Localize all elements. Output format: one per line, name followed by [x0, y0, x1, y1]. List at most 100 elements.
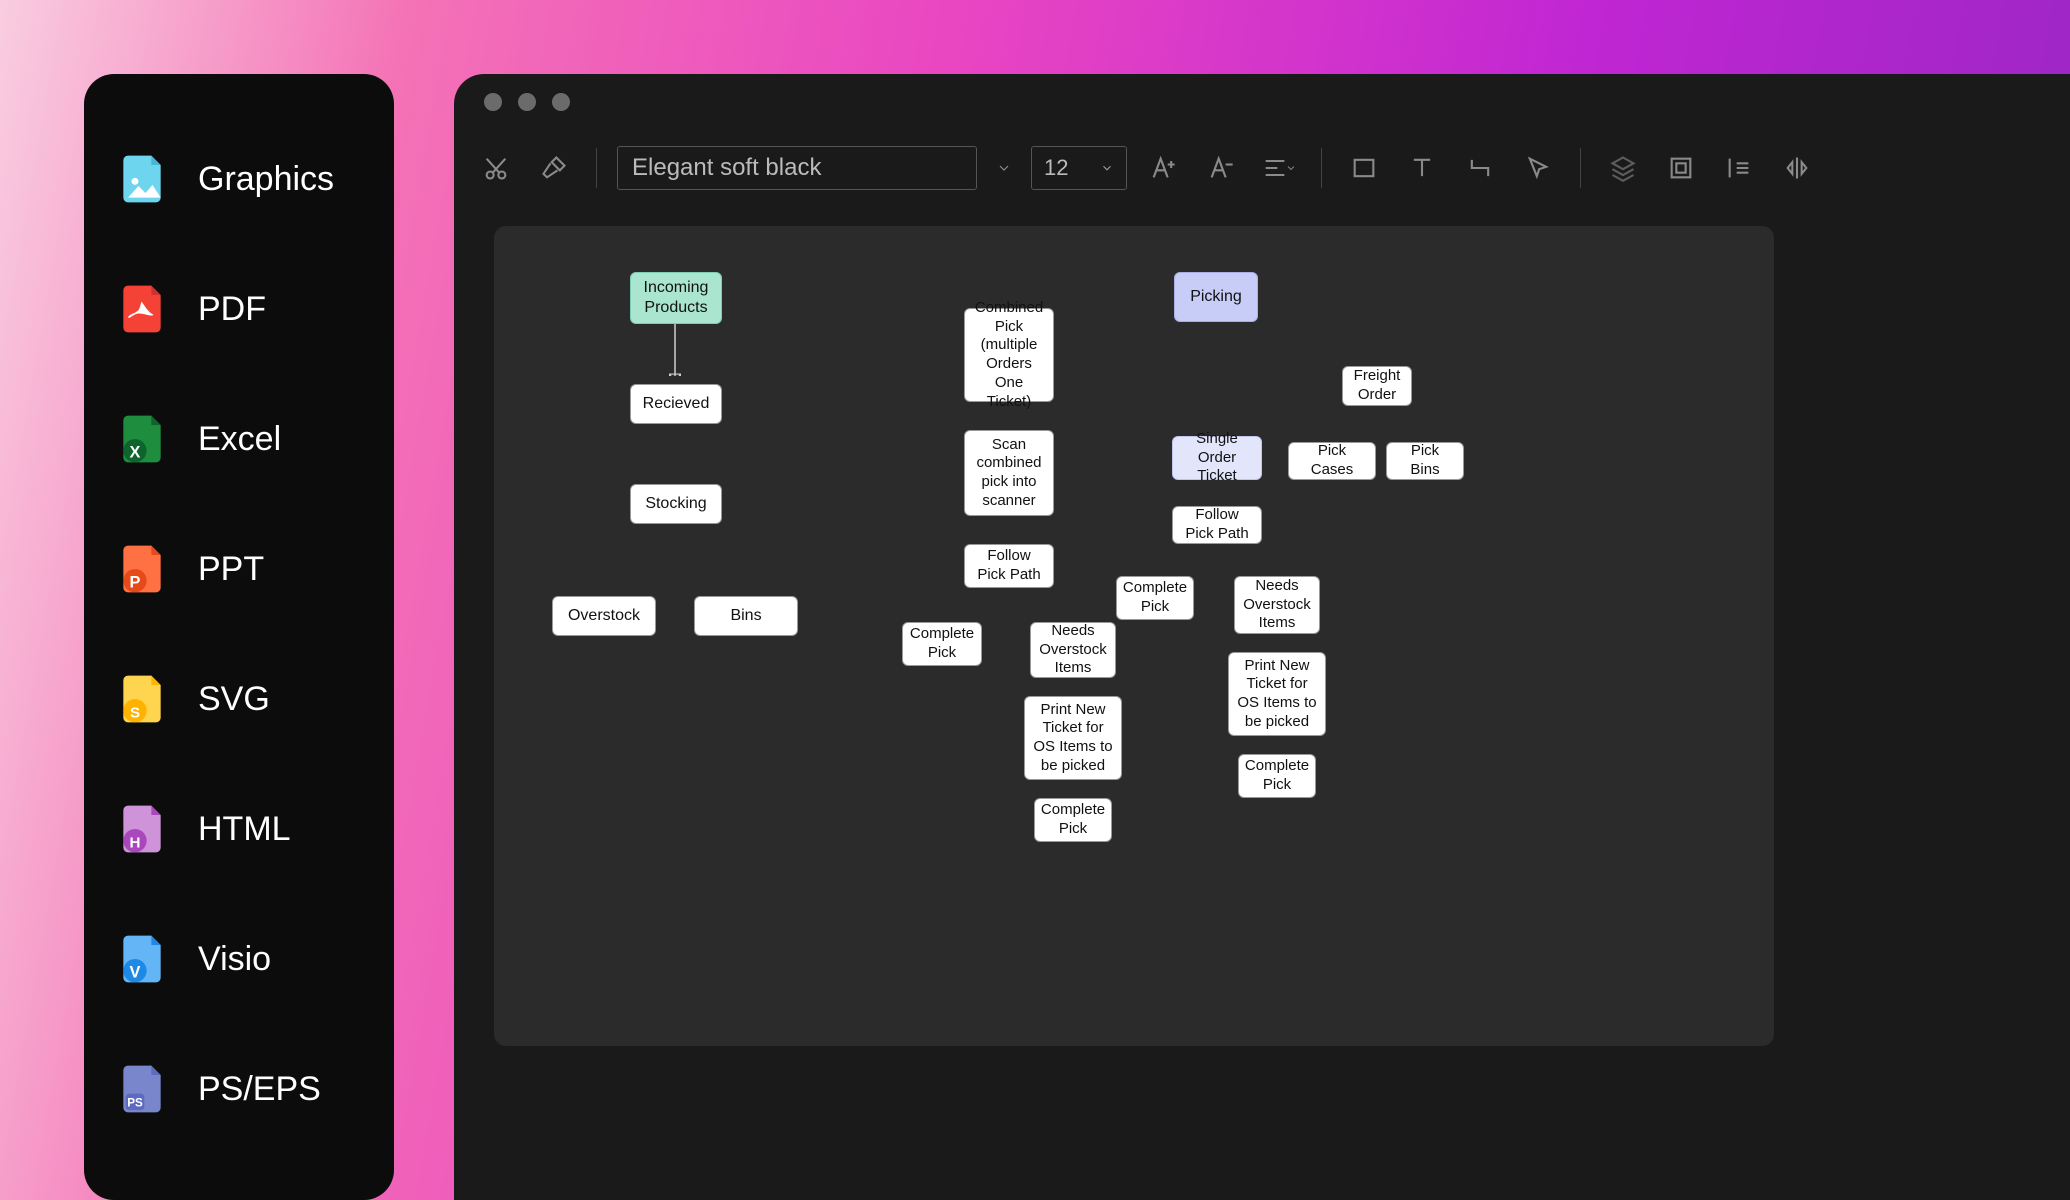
pseps-icon: PS [114, 1061, 170, 1117]
node-pick-cases[interactable]: Pick Cases [1288, 442, 1376, 480]
sidebar-item-excel[interactable]: X Excel [114, 374, 364, 504]
node-label: Needs Overstock Items [1039, 622, 1107, 678]
html-icon: H [114, 801, 170, 857]
node-picking[interactable]: Picking [1174, 272, 1258, 322]
node-scan-combined[interactable]: Scan combined pick into scanner [964, 430, 1054, 516]
svg-text:V: V [130, 964, 141, 982]
separator [1580, 148, 1581, 188]
node-complete-pick-2[interactable]: Complete Pick [1116, 576, 1194, 620]
sidebar-item-label: Visio [198, 940, 271, 979]
node-label: Complete Pick [1123, 579, 1187, 617]
node-complete-pick-2b[interactable]: Complete Pick [1238, 754, 1316, 798]
svg-text:X: X [130, 444, 141, 462]
node-pick-bins[interactable]: Pick Bins [1386, 442, 1464, 480]
sidebar-item-html[interactable]: H HTML [114, 764, 364, 894]
node-stocking[interactable]: Stocking [630, 484, 722, 524]
align-button[interactable] [1257, 146, 1301, 190]
traffic-light-minimize[interactable] [518, 93, 536, 111]
ppt-icon: P [114, 541, 170, 597]
node-print-ticket-2[interactable]: Print New Ticket for OS Items to be pick… [1228, 652, 1326, 736]
node-label: Single Order Ticket [1181, 430, 1253, 486]
node-label: Bins [730, 606, 761, 626]
editor-window: Elegant soft black 12 [454, 74, 2070, 1200]
sidebar-item-label: PDF [198, 290, 266, 329]
node-needs-overstock-1[interactable]: Needs Overstock Items [1030, 622, 1116, 678]
separator [596, 148, 597, 188]
sidebar-item-pseps[interactable]: PS PS/EPS [114, 1024, 364, 1154]
node-complete-pick-1[interactable]: Complete Pick [902, 622, 982, 666]
flip-button[interactable] [1775, 146, 1819, 190]
node-label: Pick Bins [1395, 442, 1455, 480]
font-family-value: Elegant soft black [632, 154, 821, 182]
visio-icon: V [114, 931, 170, 987]
node-label: Recieved [643, 394, 710, 414]
node-complete-pick-1b[interactable]: Complete Pick [1034, 798, 1112, 842]
node-single-order[interactable]: Single Order Ticket [1172, 436, 1262, 480]
node-label: Stocking [645, 494, 706, 514]
node-label: Scan combined pick into scanner [973, 436, 1045, 511]
node-follow-path-1[interactable]: Follow Pick Path [964, 544, 1054, 588]
node-label: Needs Overstock Items [1243, 577, 1311, 633]
node-label: Follow Pick Path [973, 547, 1045, 585]
sidebar-item-svg[interactable]: S SVG [114, 634, 364, 764]
group-button[interactable] [1659, 146, 1703, 190]
text-tool-button[interactable] [1400, 146, 1444, 190]
shape-rect-button[interactable] [1342, 146, 1386, 190]
node-label: Incoming Products [639, 278, 713, 318]
distribute-button[interactable] [1717, 146, 1761, 190]
node-received[interactable]: Recieved [630, 384, 722, 424]
node-freight-order[interactable]: Freight Order [1342, 366, 1412, 406]
svg-icon: S [114, 671, 170, 727]
font-family-select[interactable]: Elegant soft black [617, 146, 977, 190]
node-label: Overstock [568, 606, 640, 626]
node-label: Print New Ticket for OS Items to be pick… [1033, 701, 1113, 776]
format-painter-button[interactable] [532, 146, 576, 190]
node-label: Complete Pick [1245, 757, 1309, 795]
toolbar: Elegant soft black 12 [454, 130, 2070, 206]
sidebar-item-label: Graphics [198, 160, 334, 199]
cut-button[interactable] [474, 146, 518, 190]
node-label: Picking [1190, 287, 1242, 307]
sidebar-item-ppt[interactable]: P PPT [114, 504, 364, 634]
font-size-value: 12 [1044, 155, 1068, 181]
traffic-light-close[interactable] [484, 93, 502, 111]
window-titlebar [454, 74, 2070, 130]
font-family-dropdown-icon[interactable] [991, 146, 1017, 190]
sidebar-item-pdf[interactable]: PDF [114, 244, 364, 374]
pointer-button[interactable] [1516, 146, 1560, 190]
node-label: Combined Pick (multiple Orders One Ticke… [973, 299, 1045, 412]
node-overstock[interactable]: Overstock [552, 596, 656, 636]
svg-text:H: H [130, 835, 141, 852]
node-needs-overstock-2[interactable]: Needs Overstock Items [1234, 576, 1320, 634]
diagram-canvas[interactable]: Incoming Products Recieved Stocking Over… [494, 226, 1774, 1046]
node-label: Pick Cases [1297, 442, 1367, 480]
node-label: Freight Order [1351, 367, 1403, 405]
node-label: Complete Pick [910, 625, 974, 663]
decrease-font-button[interactable] [1199, 146, 1243, 190]
separator [1321, 148, 1322, 188]
node-combined-pick[interactable]: Combined Pick (multiple Orders One Ticke… [964, 308, 1054, 402]
node-label: Follow Pick Path [1181, 506, 1253, 544]
traffic-light-zoom[interactable] [552, 93, 570, 111]
sidebar-item-label: PS/EPS [198, 1070, 321, 1109]
sidebar-item-label: HTML [198, 810, 291, 849]
sidebar-item-visio[interactable]: V Visio [114, 894, 364, 1024]
node-bins[interactable]: Bins [694, 596, 798, 636]
svg-text:S: S [130, 705, 140, 722]
increase-font-button[interactable] [1141, 146, 1185, 190]
sidebar-item-label: SVG [198, 680, 270, 719]
connector-button[interactable] [1458, 146, 1502, 190]
node-incoming-products[interactable]: Incoming Products [630, 272, 722, 324]
layers-button[interactable] [1601, 146, 1645, 190]
pdf-icon [114, 281, 170, 337]
sidebar-item-graphics[interactable]: Graphics [114, 114, 364, 244]
node-follow-path-2[interactable]: Follow Pick Path [1172, 506, 1262, 544]
export-sidebar: Graphics PDF X Excel P PPT S SVG [84, 74, 394, 1200]
node-label: Complete Pick [1041, 801, 1105, 839]
sidebar-item-label: Excel [198, 420, 281, 459]
node-print-ticket-1[interactable]: Print New Ticket for OS Items to be pick… [1024, 696, 1122, 780]
graphics-icon [114, 151, 170, 207]
font-size-select[interactable]: 12 [1031, 146, 1127, 190]
sidebar-item-label: PPT [198, 550, 264, 589]
node-label: Print New Ticket for OS Items to be pick… [1237, 657, 1317, 732]
